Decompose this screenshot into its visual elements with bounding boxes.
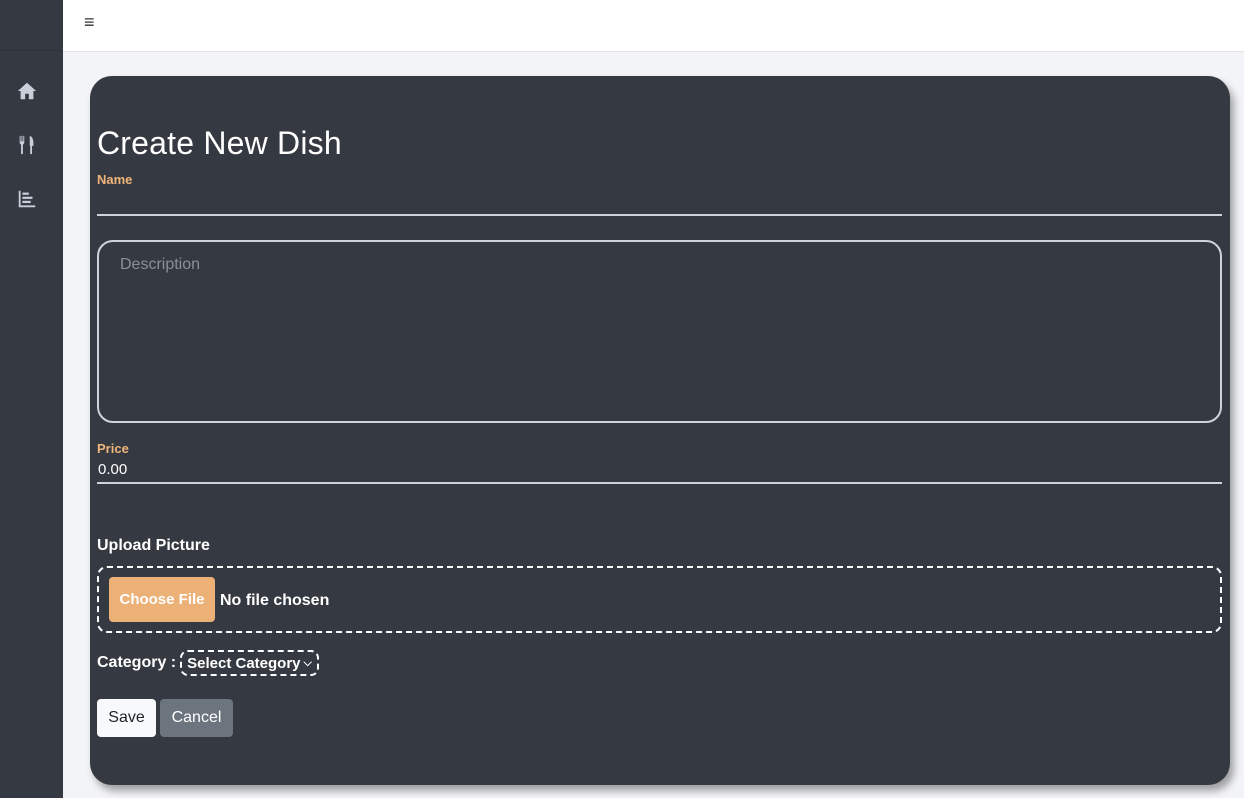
description-textarea[interactable] (97, 240, 1222, 423)
category-row: Category : Select Category ⌵ (97, 650, 319, 676)
upload-picture-label: Upload Picture (97, 537, 210, 554)
file-upload-box[interactable]: Choose File No file chosen (97, 566, 1222, 633)
price-input[interactable] (97, 456, 1222, 484)
top-bar: ≡ (63, 0, 1244, 52)
chart-bar-icon (18, 190, 36, 208)
utensils-icon (19, 135, 34, 155)
name-label: Name (97, 172, 133, 187)
chevron-down-icon: ⌵ (303, 656, 312, 669)
file-status-text: No file chosen (220, 592, 330, 609)
category-label: Category : (97, 654, 177, 671)
hamburger-menu-icon[interactable]: ≡ (84, 10, 95, 34)
sidebar-brand (0, 0, 63, 51)
sidebar-item-reports[interactable] (14, 186, 40, 212)
sidebar (0, 0, 63, 798)
page-title: Create New Dish (97, 125, 342, 161)
category-selected-value: Select Category (187, 654, 301, 672)
sidebar-item-dishes[interactable] (14, 132, 40, 158)
category-select[interactable]: Select Category ⌵ (180, 650, 319, 676)
choose-file-button[interactable]: Choose File (109, 577, 215, 622)
create-dish-card: Create New Dish Name Price Upload Pictur… (90, 76, 1230, 785)
name-input[interactable] (97, 188, 1222, 216)
price-label: Price (97, 441, 129, 456)
save-button[interactable]: Save (97, 699, 156, 737)
sidebar-item-home[interactable] (14, 78, 40, 104)
home-icon (17, 82, 37, 100)
cancel-button[interactable]: Cancel (160, 699, 233, 737)
